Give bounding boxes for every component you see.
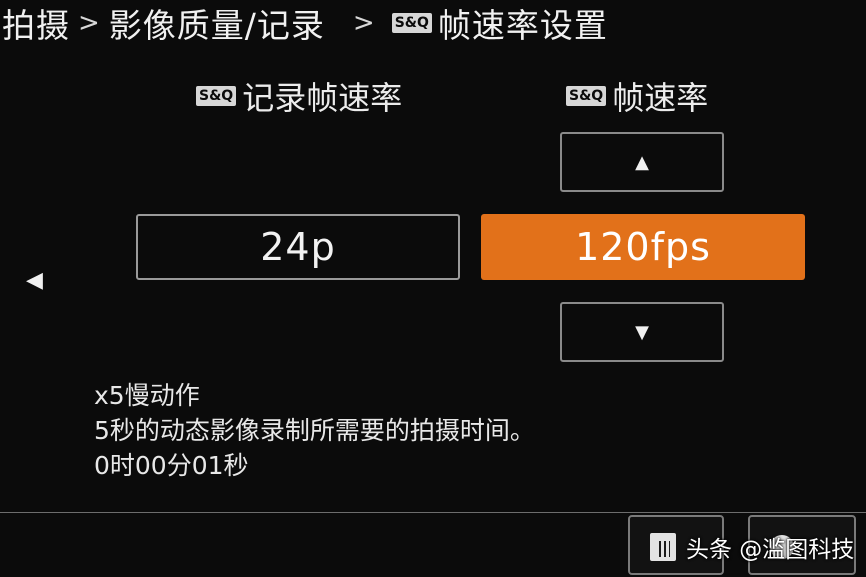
recording-time-value: 0时00分01秒 xyxy=(94,451,249,480)
record-frame-rate-value[interactable]: 24p xyxy=(136,214,460,280)
frame-rate-title: S&Q 帧速率 xyxy=(566,74,708,118)
triangle-down-icon: ▼ xyxy=(635,321,649,343)
left-arrow-icon[interactable]: ◀ xyxy=(26,268,43,293)
breadcrumb-level1[interactable]: 拍摄 xyxy=(2,0,70,47)
breadcrumb: 拍摄 > 影像质量/记录 > S&Q 帧速率设置 xyxy=(2,0,608,46)
frame-rate-down-button[interactable]: ▼ xyxy=(560,302,724,362)
breadcrumb-level3: 帧速率设置 xyxy=(437,6,608,45)
sq-badge-icon: S&Q xyxy=(566,86,607,106)
breadcrumb-separator: > xyxy=(78,8,101,38)
triangle-up-icon: ▲ xyxy=(635,151,649,173)
watermark: 头条 @滥图科技 xyxy=(686,537,855,563)
frame-rate-value[interactable]: 120fps xyxy=(481,214,805,280)
info-text: x5慢动作 5秒的动态影像录制所需要的拍摄时间。 0时00分01秒 xyxy=(94,378,535,483)
trash-icon xyxy=(650,533,676,561)
record-frame-rate-label: 记录帧速率 xyxy=(242,79,403,117)
breadcrumb-separator: > xyxy=(352,8,376,38)
recording-time-description: 5秒的动态影像录制所需要的拍摄时间。 xyxy=(94,416,535,445)
record-frame-rate-title: S&Q 记录帧速率 xyxy=(196,74,402,118)
slow-motion-ratio: x5慢动作 xyxy=(94,381,200,410)
breadcrumb-level2[interactable]: 影像质量/记录 xyxy=(109,0,325,47)
footer-divider xyxy=(0,512,866,513)
sq-badge-icon: S&Q xyxy=(391,13,432,33)
frame-rate-up-button[interactable]: ▲ xyxy=(560,132,724,192)
sq-badge-icon: S&Q xyxy=(196,86,237,106)
frame-rate-label: 帧速率 xyxy=(612,79,709,117)
